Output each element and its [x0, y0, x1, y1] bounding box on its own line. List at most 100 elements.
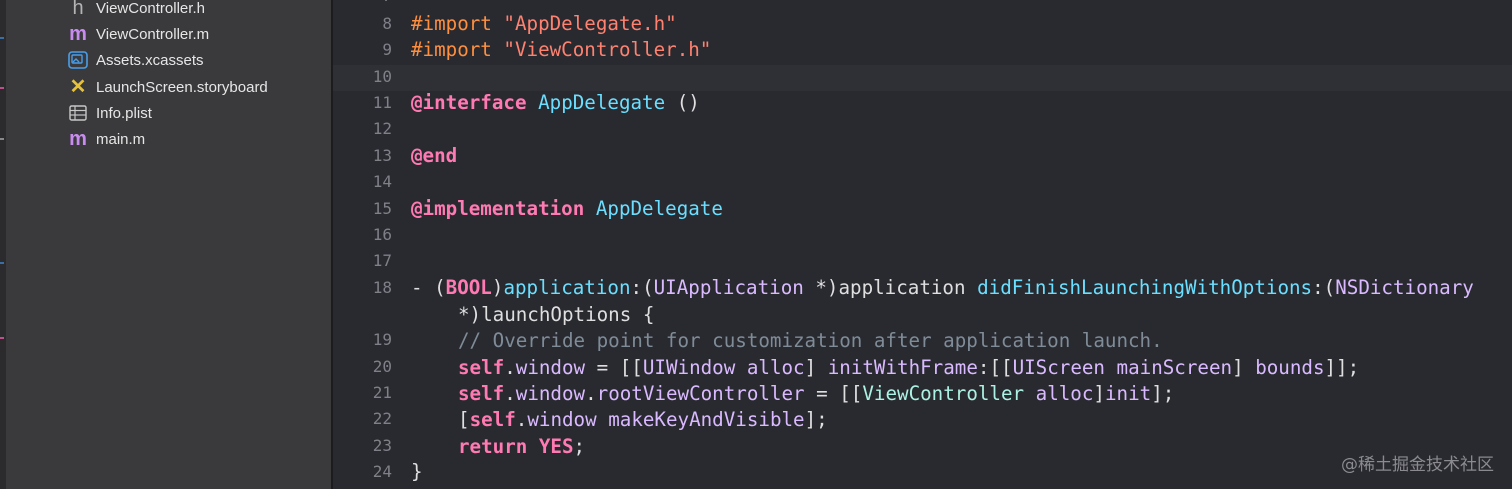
keyword: self [469, 408, 516, 431]
method-name: didFinishLaunchingWithOptions [977, 276, 1313, 299]
code-token: ] [1093, 382, 1105, 405]
code-token: = [[ [585, 356, 643, 379]
keyword: self [458, 356, 505, 379]
method-name: alloc [1035, 382, 1094, 405]
code-line-21: self.window.rootViewController = [[ViewC… [458, 383, 1174, 405]
code-token: ]; [804, 408, 828, 431]
code-token: ) [491, 276, 504, 299]
line-number: 18 [372, 278, 392, 297]
code-token: ] [804, 356, 828, 379]
code-token: ; [573, 435, 586, 458]
line-number: 22 [372, 409, 392, 428]
code-token: ] [1232, 356, 1256, 379]
code-token: = [[ [804, 382, 863, 405]
code-token: . [515, 408, 528, 431]
type-name: NSDictionary [1335, 276, 1474, 299]
code-line-22: [self.window makeKeyAndVisible]; [458, 409, 828, 431]
class-name: AppDelegate [538, 91, 666, 114]
file-item-viewcontroller-m[interactable]: m ViewController.m [68, 22, 209, 46]
line-number: 7 [333, 0, 392, 6]
keyword: @interface [411, 91, 527, 114]
code-line-23: return YES; [458, 436, 585, 458]
watermark: @稀土掘金技术社区 [1341, 455, 1494, 475]
line-number: 13 [372, 146, 392, 165]
preprocessor-directive: #import [411, 12, 504, 35]
code-token: :( [1312, 276, 1336, 299]
code-line-18: - (BOOL)application:(UIApplication *)app… [411, 277, 1474, 299]
property-name: window [515, 382, 586, 405]
code-line-18-cont: *)launchOptions { [458, 304, 654, 326]
file-item-assets[interactable]: Assets.xcassets [68, 48, 204, 72]
line-number: 14 [372, 172, 392, 191]
code-token: *)application [803, 276, 978, 299]
code-line-11: @interface AppDelegate () [411, 92, 700, 114]
asset-catalog-icon [68, 50, 88, 70]
preprocessor-directive: #import [411, 38, 504, 61]
code-line-15: @implementation AppDelegate [411, 198, 723, 220]
property-name: window [515, 356, 586, 379]
line-number: 8 [382, 14, 392, 33]
edge-mark [0, 37, 4, 39]
code-line-9: #import "ViewController.h" [411, 39, 711, 61]
class-name: ViewController [862, 382, 1025, 405]
line-number: 16 [372, 225, 392, 244]
string-literal: "AppDelegate.h" [503, 12, 677, 35]
code-token: :[[ [977, 356, 1013, 379]
property-name: bounds [1255, 356, 1325, 379]
keyword: @end [411, 144, 458, 167]
code-token: - ( [411, 276, 446, 299]
current-line-highlight [333, 65, 1512, 91]
objc-file-icon: m [69, 23, 87, 45]
keyword: YES [538, 435, 574, 458]
method-name: application [503, 276, 631, 299]
file-item-main-m[interactable]: m main.m [68, 127, 145, 151]
code-line-13: @end [411, 145, 457, 167]
type-name: UIApplication [653, 276, 804, 299]
keyword: @implementation [411, 197, 585, 220]
line-number: 15 [372, 199, 392, 218]
comment: // Override point for customization afte… [458, 329, 1163, 352]
edge-mark [0, 138, 4, 140]
storyboard-icon: ✕ [69, 76, 87, 98]
method-name: makeKeyAndVisible [608, 408, 805, 431]
line-number: 24 [372, 462, 392, 481]
method-name: init [1104, 382, 1152, 405]
code-token: :( [630, 276, 654, 299]
file-name: Assets.xcassets [96, 51, 204, 69]
code-line-19: // Override point for customization afte… [458, 330, 1163, 352]
code-token: () [665, 91, 700, 114]
line-number: 9 [382, 40, 392, 59]
method-name: alloc [746, 356, 805, 379]
header-file-icon: h [72, 0, 84, 19]
property-name: rootViewController [596, 382, 805, 405]
edge-mark [0, 262, 4, 264]
line-number: 20 [372, 357, 392, 376]
code-token: *)launchOptions { [458, 303, 655, 326]
file-item-info-plist[interactable]: Info.plist [68, 101, 152, 125]
property-name: window [527, 408, 597, 431]
keyword: BOOL [445, 276, 492, 299]
code-token: ]; [1151, 382, 1175, 405]
code-token: [ [458, 408, 470, 431]
project-navigator: h ViewController.h m ViewController.m As… [0, 0, 331, 489]
line-number: 21 [372, 383, 392, 402]
keyword: return [458, 435, 528, 458]
class-name: AppDelegate [595, 197, 723, 220]
code-editor[interactable]: 7 8 9 10 11 12 13 14 15 16 17 18 19 20 2… [333, 0, 1512, 489]
method-name: mainScreen [1116, 356, 1233, 379]
code-line-24: } [411, 461, 423, 483]
sidebar-edge [0, 0, 6, 489]
file-item-launchscreen[interactable]: ✕ LaunchScreen.storyboard [68, 75, 268, 99]
string-literal: "ViewController.h" [503, 38, 712, 61]
line-number: 11 [372, 93, 392, 112]
keyword: self [458, 382, 505, 405]
code-token: } [411, 460, 423, 483]
file-item-viewcontroller-h[interactable]: h ViewController.h [68, 0, 205, 20]
